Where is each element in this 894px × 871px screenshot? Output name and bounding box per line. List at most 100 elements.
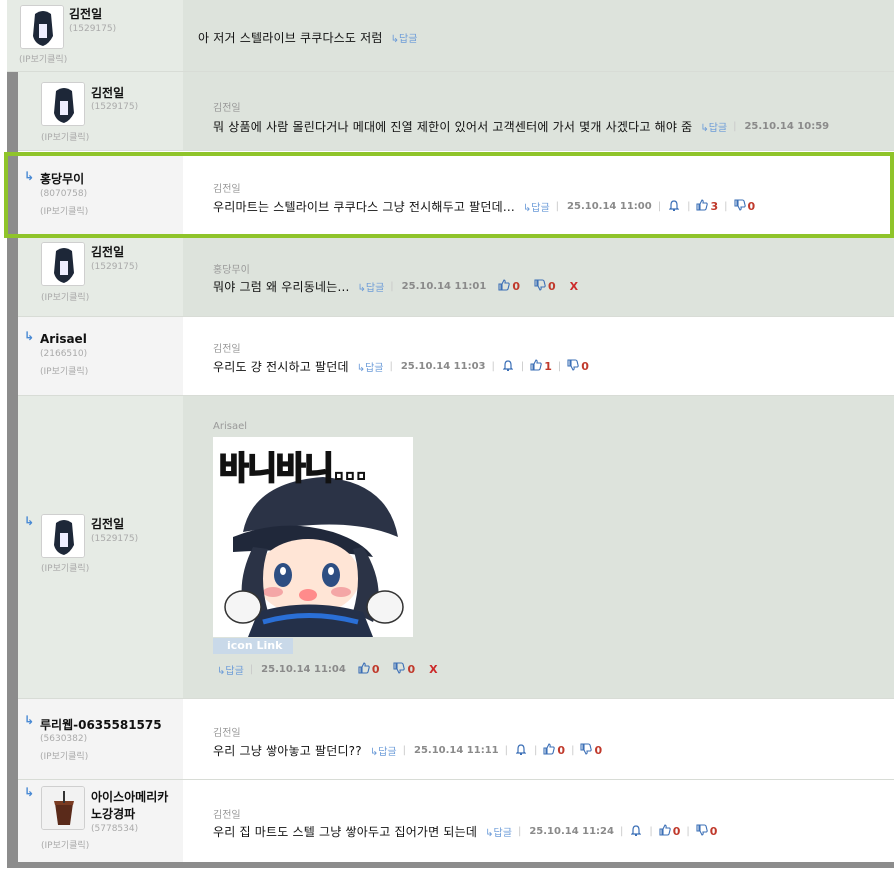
divider: |: [389, 361, 393, 372]
comment-date: 25.10.14 11:11: [413, 745, 499, 756]
divider: |: [491, 361, 495, 372]
author-nick[interactable]: 아이스아메리카: [91, 788, 168, 805]
sticker-image[interactable]: 바니바니...: [213, 437, 413, 637]
comment-date: 25.10.14 10:59: [744, 121, 830, 132]
thumbs-up-icon[interactable]: [358, 662, 370, 677]
icon-link-button[interactable]: icon Link: [213, 638, 293, 654]
comment-line: 아 저거 스텔라이브 쿠쿠다스도 저럼 ↳답글: [198, 29, 417, 46]
upvote-count: 1: [544, 360, 552, 373]
divider: |: [249, 664, 254, 675]
author-nick[interactable]: 김전일: [69, 5, 102, 22]
reply-button[interactable]: ↳답글: [700, 119, 727, 134]
reply-button[interactable]: ↳답글: [357, 359, 384, 374]
comment-row: 김전일 (1529175) (IP보기클릭) 김전일 뭐 상품에 사람 몰린다거…: [18, 72, 894, 151]
author-nick[interactable]: 김전일: [91, 243, 124, 260]
divider: |: [557, 361, 562, 372]
delete-button[interactable]: X: [570, 280, 578, 293]
comment-text: 아 저거 스텔라이브 쿠쿠다스도 저럼: [198, 31, 383, 45]
thumbs-down-icon[interactable]: [580, 743, 593, 758]
comment-line: 뭐 상품에 사람 몰린다거나 메대에 진열 제한이 있어서 고객센터에 가서 몇…: [213, 118, 829, 135]
comment-date: 25.10.14 11:01: [401, 281, 487, 292]
thumbs-up-icon[interactable]: [543, 743, 556, 758]
author-nick[interactable]: 김전일: [91, 515, 124, 532]
thumbs-down-icon[interactable]: [696, 824, 708, 839]
thumbs-up-icon[interactable]: [498, 279, 511, 294]
thumbs-down-icon[interactable]: [393, 662, 406, 677]
highlight-box: [4, 152, 894, 238]
reply-target[interactable]: 김전일: [213, 99, 241, 114]
comment-author-panel: ↳ Arisael (2166510) (IP보기클릭): [18, 317, 183, 395]
thread-bottom-bar: [7, 862, 894, 868]
comment-row: ↳ 루리웹-0635581575 (5630382) (IP보기클릭) 김전일 …: [18, 699, 894, 780]
downvote-count: 0: [709, 825, 718, 838]
avatar[interactable]: [41, 514, 85, 558]
ip-view-link[interactable]: (IP보기클릭): [41, 561, 89, 574]
bell-icon[interactable]: [502, 359, 514, 374]
author-id: (1529175): [69, 24, 117, 34]
reply-arrow-icon: ↳: [24, 713, 35, 727]
divider: |: [517, 826, 522, 837]
downvote-count: 0: [407, 663, 416, 676]
bell-icon[interactable]: [515, 743, 527, 758]
avatar[interactable]: [41, 786, 85, 830]
comment-author-panel: 김전일 (1529175) (IP보기클릭): [18, 72, 183, 150]
author-id: (1529175): [91, 262, 139, 272]
thumbs-up-icon[interactable]: [530, 359, 542, 374]
divider: |: [402, 745, 406, 756]
reply-button[interactable]: ↳답글: [370, 743, 397, 758]
downvote-count: 0: [581, 360, 589, 373]
comment-row: ↳ Arisael (2166510) (IP보기클릭) 김전일 우리도 걍 전…: [18, 317, 894, 396]
ip-view-link[interactable]: (IP보기클릭): [41, 130, 89, 143]
comment-text: 우리 그냥 쌓아놓고 팔던디??: [213, 744, 362, 758]
author-nick-line2[interactable]: 노강경파: [91, 805, 135, 822]
thumbs-up-icon[interactable]: [659, 824, 671, 839]
author-nick[interactable]: Arisael: [40, 332, 87, 346]
avatar[interactable]: [41, 242, 85, 286]
thumbs-down-icon[interactable]: [534, 279, 546, 294]
reply-target[interactable]: Arisael: [213, 421, 247, 432]
downvote-count: 0: [547, 280, 556, 293]
comment-line: 우리 집 마트도 스텔 그냥 쌓아두고 집어가면 되는데 ↳답글 | 25.10…: [213, 823, 717, 840]
author-nick[interactable]: 루리웹-0635581575: [40, 716, 162, 733]
ip-view-link[interactable]: (IP보기클릭): [41, 838, 89, 851]
reply-button[interactable]: ↳답글: [485, 824, 512, 839]
reply-button[interactable]: ↳답글: [391, 30, 418, 45]
upvote-count: 0: [557, 744, 566, 757]
comment-author-panel: ↳ 루리웹-0635581575 (5630382) (IP보기클릭): [18, 699, 183, 779]
comment-text: 우리 집 마트도 스텔 그냥 쌓아두고 집어가면 되는데: [213, 825, 478, 839]
divider: |: [520, 361, 525, 372]
reply-target[interactable]: 홍당무이: [213, 261, 250, 276]
divider: |: [534, 745, 538, 756]
comment-date: 25.10.14 11:03: [400, 361, 486, 372]
author-nick[interactable]: 김전일: [91, 84, 124, 101]
thumbs-down-icon[interactable]: [567, 359, 580, 374]
avatar[interactable]: [20, 5, 64, 49]
comment-line: 우리도 걍 전시하고 팔던데 ↳답글 | 25.10.14 11:03 | | …: [213, 358, 589, 375]
avatar[interactable]: [41, 82, 85, 126]
ip-view-link[interactable]: (IP보기클릭): [19, 52, 67, 65]
comment-author-panel: 김전일 (1529175) (IP보기클릭): [7, 0, 183, 71]
reply-button[interactable]: ↳답글: [358, 279, 385, 294]
comment-author-panel: ↳ 아이스아메리카 노강경파 (5778534) (IP보기클릭): [18, 780, 183, 862]
comment-date: 25.10.14 11:24: [529, 826, 614, 837]
bell-icon[interactable]: [630, 824, 642, 839]
upvote-count: 0: [672, 825, 681, 838]
ip-view-link[interactable]: (IP보기클릭): [40, 749, 88, 762]
comment-row: ↳ 아이스아메리카 노강경파 (5778534) (IP보기클릭) 김전일 우리…: [18, 780, 894, 862]
comment-text: 우리도 걍 전시하고 팔던데: [213, 360, 349, 374]
divider: |: [733, 121, 737, 132]
reply-arrow-icon: ↳: [24, 329, 35, 343]
upvote-count: 0: [371, 663, 380, 676]
reply-button[interactable]: ↳답글: [217, 662, 244, 677]
ip-view-link[interactable]: (IP보기클릭): [40, 364, 88, 377]
ip-view-link[interactable]: (IP보기클릭): [41, 290, 89, 303]
divider: |: [649, 826, 653, 837]
comment-author-panel: ↳ 김전일 (1529175) (IP보기클릭): [18, 396, 183, 698]
delete-button[interactable]: X: [429, 663, 437, 676]
comment-date: 25.10.14 11:04: [261, 664, 346, 675]
reply-target[interactable]: 김전일: [213, 724, 241, 739]
author-id: (2166510): [40, 349, 88, 359]
reply-target[interactable]: 김전일: [213, 806, 241, 821]
reply-target[interactable]: 김전일: [213, 340, 241, 355]
sticker-text: 바니바니...: [218, 448, 368, 488]
